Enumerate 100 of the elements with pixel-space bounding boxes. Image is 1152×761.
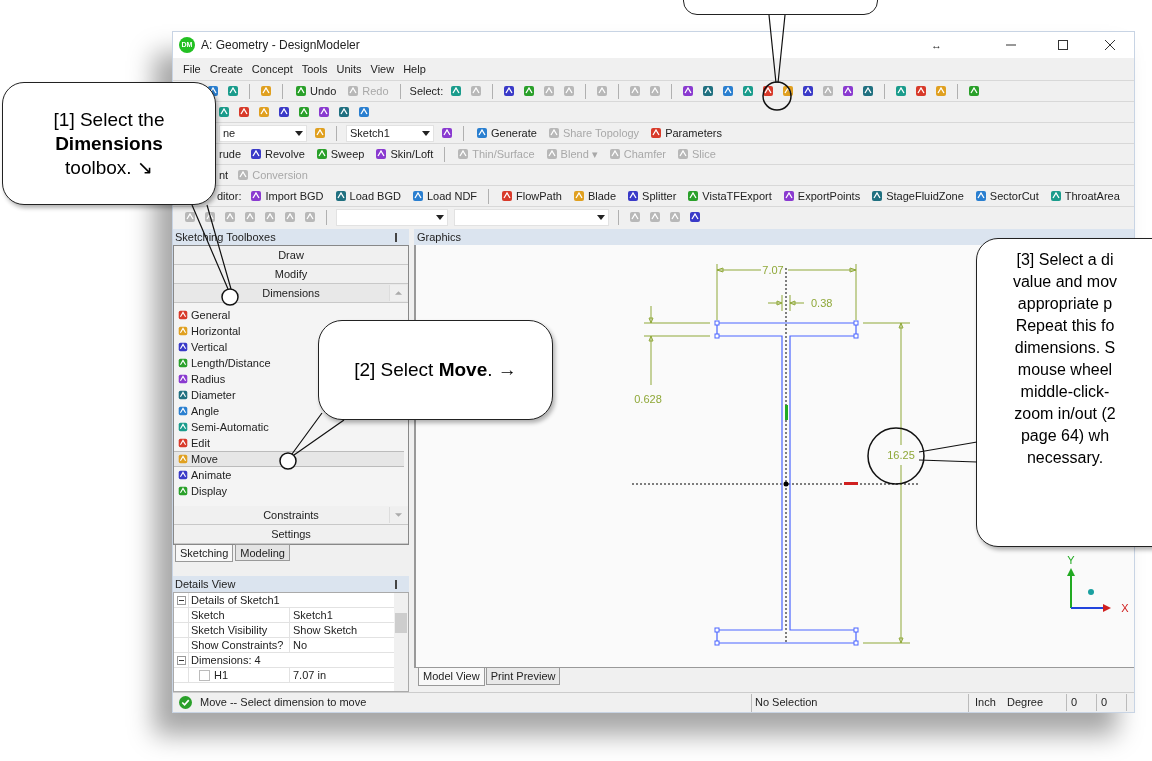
toolbar-button[interactable]: Generate	[473, 124, 539, 142]
tool-icon	[177, 357, 189, 369]
dimension-value: 16.25	[887, 449, 915, 461]
toolbox-item[interactable]: Animate	[174, 467, 235, 483]
tool-icon	[177, 405, 189, 417]
tool-icon[interactable]	[626, 189, 641, 203]
dropdown-field[interactable]	[336, 208, 448, 226]
toolbox-header[interactable]: Modify	[174, 265, 408, 284]
tool-icon[interactable]	[277, 105, 291, 119]
tool-icon[interactable]	[688, 210, 702, 224]
toolbar-button[interactable]: Import BGD	[247, 187, 326, 205]
toolbox-item[interactable]: Radius	[174, 371, 229, 387]
status-field: 0	[1097, 694, 1127, 711]
origin-point	[783, 481, 789, 487]
tool-icon	[177, 485, 189, 497]
toolbar-button[interactable]: StageFluidZone	[868, 187, 966, 205]
toolbox-item[interactable]: Edit	[174, 435, 213, 451]
toolbar-label: nt	[219, 167, 229, 183]
panel-tab[interactable]: Modeling	[235, 544, 290, 561]
toolbox-header[interactable]: Constraints	[174, 506, 408, 525]
property-name: H1	[214, 667, 229, 683]
toolbox-header[interactable]: Dimensions	[174, 284, 408, 303]
toolbar-button[interactable]: Undo	[292, 82, 339, 100]
expand-toggle[interactable]	[174, 593, 188, 607]
panel-tab[interactable]: Sketching	[175, 545, 234, 562]
toolbox-item[interactable]: Semi-Automatic	[174, 419, 272, 435]
toolbar-button[interactable]: Revolve	[247, 145, 307, 163]
toolbox-item[interactable]: Horizontal	[174, 323, 244, 339]
toolbox-item[interactable]: Length/Distance	[174, 355, 274, 371]
axis-triad	[1067, 568, 1111, 612]
panel-title: Details View	[175, 576, 236, 592]
view-tab[interactable]: Model View	[418, 668, 485, 686]
toolbar-button[interactable]: ExportPoints	[779, 187, 863, 205]
property-name: Sketch Visibility	[191, 622, 268, 638]
dropdown-field[interactable]: ne	[219, 124, 307, 142]
toolbar-button[interactable]: Sweep	[312, 145, 367, 163]
callout-text: [3] Select a di value and mov appropriate p Repeat this fo dimensions. S mouse wheel middle-click- zoom in/out (2 page 64) wh necessary.	[1011, 250, 1119, 468]
toolbar-button[interactable]: ThroatArea	[1046, 187, 1122, 205]
tool-icon[interactable]	[249, 147, 264, 161]
toolbox-header[interactable]: Draw	[174, 246, 408, 265]
toolbox-header[interactable]: Settings	[174, 525, 408, 544]
toolbox-item[interactable]: Angle	[174, 403, 223, 419]
maximize-button[interactable]	[1057, 39, 1069, 51]
toolbar-button[interactable]: SectorCut	[971, 187, 1041, 205]
close-button[interactable]	[1104, 39, 1116, 51]
scroll-up-button[interactable]	[389, 285, 407, 301]
toolbar-button[interactable]: VistaTFExport	[684, 187, 774, 205]
axis-label: X	[1121, 602, 1129, 614]
toolbox-item[interactable]: Diameter	[174, 387, 239, 403]
tool-icon	[177, 341, 189, 353]
toolbox-item[interactable]: General	[174, 307, 234, 323]
dropdown-field[interactable]: Sketch1	[346, 124, 434, 142]
toolbox-item[interactable]: Vertical	[174, 339, 231, 355]
toolbar-button[interactable]: Skin/Loft	[372, 145, 436, 163]
checkbox[interactable]	[199, 669, 210, 681]
menu-item[interactable]: File	[183, 60, 201, 78]
menu-item[interactable]: Help	[403, 60, 426, 78]
toolbar-label: ditor:	[217, 188, 242, 204]
property-value: 7.07 in	[292, 668, 328, 682]
toolbar-label: Select:	[409, 83, 444, 99]
toolbar-button[interactable]: Parameters	[647, 124, 724, 142]
toolbox-item[interactable]: Move	[174, 451, 404, 467]
tool-icon	[177, 469, 189, 481]
toolbar-button[interactable]: Splitter	[624, 187, 679, 205]
tool-icon	[177, 373, 189, 385]
expand-toggle[interactable]	[174, 653, 188, 667]
resize-glyph: ↔	[931, 37, 942, 53]
status-field: 0	[1067, 694, 1097, 711]
panel-title: Graphics	[417, 229, 462, 245]
callout-tail	[768, 14, 786, 84]
toolbar-button[interactable]: Load BGD	[331, 187, 403, 205]
status-field: No Selection	[751, 693, 969, 712]
menu-item[interactable]: Create	[209, 60, 243, 78]
menu-item[interactable]: View	[370, 60, 395, 78]
toolbar-button[interactable]: Load NDF	[408, 187, 480, 205]
tool-icon[interactable]	[781, 84, 796, 98]
dropdown-field[interactable]	[454, 208, 609, 226]
tool-icon[interactable]	[801, 84, 816, 98]
status-field: Inch	[975, 694, 1007, 711]
view-tab[interactable]: Print Preview	[485, 667, 561, 685]
property-name: Show Constraints?	[191, 637, 284, 653]
callout-tail	[291, 412, 345, 456]
dimension-value: 0.628	[634, 393, 662, 405]
highlight-circle	[762, 81, 792, 111]
toolbox-item[interactable]: Display	[174, 483, 231, 499]
property-value: Show Sketch	[292, 623, 359, 637]
menu-item[interactable]: Tools	[301, 60, 328, 78]
menu-item[interactable]: Concept	[251, 60, 293, 78]
caret-icon	[436, 214, 444, 220]
tool-icon[interactable]	[502, 84, 517, 98]
check-icon	[179, 696, 192, 709]
scrollbar[interactable]	[394, 593, 408, 691]
menu-item[interactable]: Units	[336, 60, 362, 78]
tool-icon[interactable]	[761, 84, 776, 98]
tool-icon	[177, 437, 189, 449]
toolbar-button[interactable]: FlowPath	[498, 187, 564, 205]
axis-marker	[844, 482, 858, 485]
dimension-value: 0.38	[811, 297, 833, 309]
axis-label: Y	[1067, 554, 1075, 566]
toolbar-button[interactable]: Blade	[569, 187, 619, 205]
